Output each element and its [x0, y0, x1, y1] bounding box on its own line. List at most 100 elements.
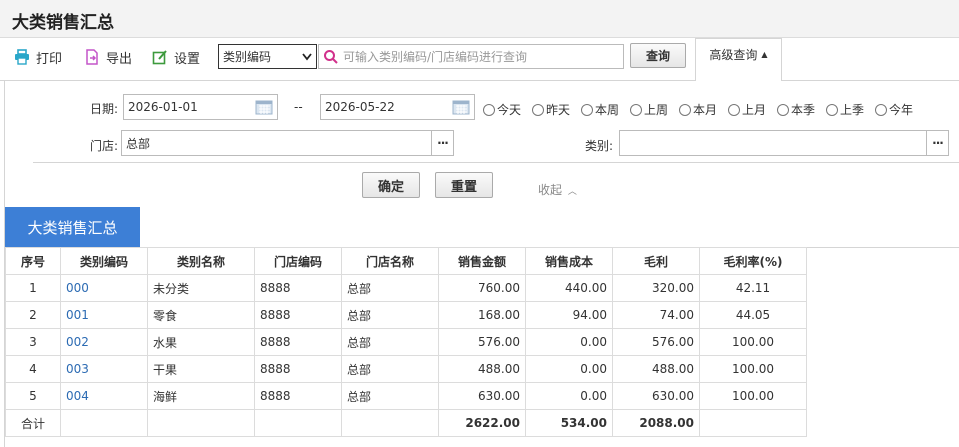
cell-cost: 0.00	[525, 382, 613, 410]
cell-profit: 576.00	[612, 328, 700, 356]
radio-last-month[interactable]: 上月	[728, 101, 766, 118]
search-box	[318, 44, 624, 69]
settings-button[interactable]: 设置	[152, 47, 200, 67]
date-from-input[interactable]: 2026-01-01	[123, 94, 278, 120]
cell-index: 2	[5, 301, 61, 329]
cell-store-code: 8888	[254, 382, 342, 410]
cell-store-code: 8888	[254, 274, 342, 302]
more-icon[interactable]: ···	[926, 131, 948, 155]
confirm-button[interactable]: 确定	[362, 172, 420, 198]
export-icon	[86, 49, 98, 65]
cell-store-code: 8888	[254, 355, 342, 383]
cell-store-name: 总部	[341, 355, 439, 383]
collapse-label: 收起	[538, 183, 563, 197]
chevron-up-icon: ︿	[567, 187, 577, 197]
cell-margin: 44.05	[699, 301, 807, 329]
cell-cost: 0.00	[525, 355, 613, 383]
table-total-row: 合计 2622.00 534.00 2088.00	[5, 409, 807, 437]
cell-sales: 576.00	[438, 328, 526, 356]
radio-last-quarter[interactable]: 上季	[826, 101, 864, 118]
calendar-icon[interactable]	[452, 99, 470, 115]
calendar-icon[interactable]	[255, 99, 273, 115]
divider	[33, 162, 959, 163]
cell-sales: 488.00	[438, 355, 526, 383]
chevron-down-icon	[302, 53, 312, 61]
cell-store-name: 总部	[341, 301, 439, 329]
table-row[interactable]: 4 003 干果 8888 总部 488.00 0.00 488.00 100.…	[5, 355, 807, 383]
cell-category-name: 干果	[147, 355, 255, 383]
cell-sales: 168.00	[438, 301, 526, 329]
col-header-index[interactable]: 序号	[5, 247, 61, 275]
cell-sales: 630.00	[438, 382, 526, 410]
printer-icon	[15, 49, 29, 65]
cell-index: 3	[5, 328, 61, 356]
cell-margin: 100.00	[699, 382, 807, 410]
cell-store-code: 8888	[254, 301, 342, 329]
store-value: 总部	[126, 136, 151, 151]
reset-button[interactable]: 重置	[435, 172, 493, 198]
divider	[0, 80, 959, 81]
more-icon[interactable]: ···	[431, 131, 453, 155]
cell-category-code-link[interactable]: 004	[60, 382, 148, 410]
col-header-profit[interactable]: 毛利	[612, 247, 700, 275]
search-field-select[interactable]: 类别编码	[218, 44, 317, 69]
radio-this-month[interactable]: 本月	[679, 101, 717, 118]
advanced-query-tab[interactable]: 高级查询 ▲	[695, 38, 782, 81]
store-label: 门店:	[90, 139, 119, 153]
query-button[interactable]: 查询	[630, 43, 686, 68]
table-row[interactable]: 2 001 零食 8888 总部 168.00 94.00 74.00 44.0…	[5, 301, 807, 329]
total-sales: 2622.00	[438, 409, 526, 437]
section-tab[interactable]: 大类销售汇总	[5, 207, 140, 247]
cell-store-name: 总部	[341, 328, 439, 356]
table-row[interactable]: 3 002 水果 8888 总部 576.00 0.00 576.00 100.…	[5, 328, 807, 356]
select-value: 类别编码	[223, 50, 272, 64]
radio-today[interactable]: 今天	[483, 101, 521, 118]
total-label: 合计	[5, 409, 61, 437]
col-header-store-code[interactable]: 门店编码	[254, 247, 342, 275]
cell-store-code: 8888	[254, 328, 342, 356]
cell-margin: 42.11	[699, 274, 807, 302]
search-input[interactable]	[341, 45, 621, 68]
col-header-category-name[interactable]: 类别名称	[147, 247, 255, 275]
cell-category-code-link[interactable]: 000	[60, 274, 148, 302]
radio-this-year[interactable]: 今年	[875, 101, 913, 118]
col-header-sales[interactable]: 销售金额	[438, 247, 526, 275]
radio-this-quarter[interactable]: 本季	[777, 101, 815, 118]
table-row[interactable]: 1 000 未分类 8888 总部 760.00 440.00 320.00 4…	[5, 274, 807, 302]
cell-store-name: 总部	[341, 274, 439, 302]
collapse-link[interactable]: 收起 ︿	[538, 181, 577, 198]
export-button[interactable]: 导出	[84, 47, 132, 67]
category-picker[interactable]: ···	[619, 130, 949, 156]
cell-profit: 320.00	[612, 274, 700, 302]
cell-category-name: 水果	[147, 328, 255, 356]
radio-yesterday[interactable]: 昨天	[532, 101, 570, 118]
date-label: 日期:	[90, 102, 119, 116]
print-button[interactable]: 打印	[14, 47, 62, 67]
store-picker[interactable]: 总部 ···	[121, 130, 454, 156]
col-header-store-name[interactable]: 门店名称	[341, 247, 439, 275]
table-header-row: 序号 类别编码 类别名称 门店编码 门店名称 销售金额 销售成本 毛利 毛利率(…	[5, 247, 807, 275]
radio-last-week[interactable]: 上周	[630, 101, 668, 118]
settings-label: 设置	[174, 51, 201, 67]
date-separator: --	[294, 100, 303, 114]
cell-category-code-link[interactable]: 002	[60, 328, 148, 356]
cell-index: 5	[5, 382, 61, 410]
cell-sales: 760.00	[438, 274, 526, 302]
cell-cost: 94.00	[525, 301, 613, 329]
col-header-margin[interactable]: 毛利率(%)	[699, 247, 807, 275]
page-title: 大类销售汇总	[12, 13, 114, 33]
cell-category-code-link[interactable]: 003	[60, 355, 148, 383]
col-header-category-code[interactable]: 类别编码	[60, 247, 148, 275]
cell-category-code-link[interactable]: 001	[60, 301, 148, 329]
title-bar: 大类销售汇总	[0, 0, 959, 38]
date-from-value: 2026-01-01	[128, 100, 198, 114]
col-header-cost[interactable]: 销售成本	[525, 247, 613, 275]
cell-index: 1	[5, 274, 61, 302]
table-row[interactable]: 5 004 海鲜 8888 总部 630.00 0.00 630.00 100.…	[5, 382, 807, 410]
toolbar: 打印 导出 设置 类别编码 查询	[0, 38, 959, 80]
radio-this-week[interactable]: 本周	[581, 101, 619, 118]
export-label: 导出	[106, 51, 133, 67]
cell-store-name: 总部	[341, 382, 439, 410]
cell-profit: 488.00	[612, 355, 700, 383]
date-to-input[interactable]: 2026-05-22	[320, 94, 475, 120]
